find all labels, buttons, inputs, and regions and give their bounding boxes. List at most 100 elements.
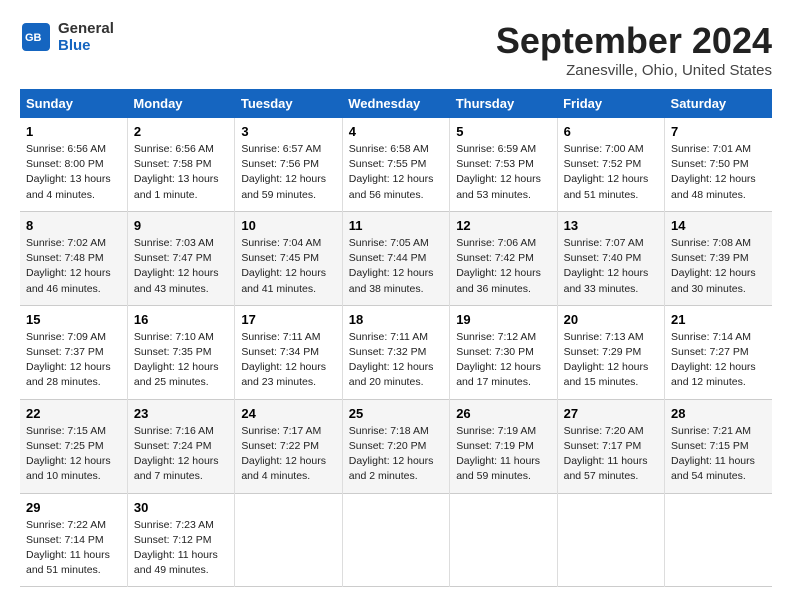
day-number: 18 <box>349 312 443 327</box>
header: GB General Blue September 2024 Zanesvill… <box>20 20 772 79</box>
day-number: 9 <box>134 218 228 233</box>
day-cell: 16Sunrise: 7:10 AMSunset: 7:35 PMDayligh… <box>127 305 234 399</box>
day-number: 1 <box>26 124 121 139</box>
col-tuesday: Tuesday <box>235 89 342 118</box>
day-number: 8 <box>26 218 121 233</box>
day-number: 6 <box>564 124 658 139</box>
day-number: 5 <box>456 124 550 139</box>
day-number: 19 <box>456 312 550 327</box>
day-cell: 7Sunrise: 7:01 AMSunset: 7:50 PMDaylight… <box>665 118 772 211</box>
day-info: Sunrise: 6:56 AMSunset: 8:00 PMDaylight:… <box>26 143 111 201</box>
day-number: 21 <box>671 312 766 327</box>
day-cell: 8 Sunrise: 7:02 AMSunset: 7:48 PMDaylight… <box>20 211 127 305</box>
day-info: Sunrise: 7:22 AMSunset: 7:14 PMDaylight:… <box>26 519 110 577</box>
day-info: Sunrise: 7:03 AMSunset: 7:47 PMDaylight:… <box>134 237 219 295</box>
day-number: 20 <box>564 312 658 327</box>
week-row-1: 1 Sunrise: 6:56 AMSunset: 8:00 PMDaylight… <box>20 118 772 211</box>
day-cell: 5 Sunrise: 6:59 AMSunset: 7:53 PMDaylight… <box>450 118 557 211</box>
day-number: 22 <box>26 406 121 421</box>
calendar-table: SundayMondayTuesdayWednesdayThursdayFrid… <box>20 89 772 587</box>
day-info: Sunrise: 7:00 AMSunset: 7:52 PMDaylight:… <box>564 143 649 201</box>
day-info: Sunrise: 7:19 AMSunset: 7:19 PMDaylight:… <box>456 425 540 483</box>
day-info: Sunrise: 7:15 AMSunset: 7:25 PMDaylight:… <box>26 425 111 483</box>
day-info: Sunrise: 7:13 AMSunset: 7:29 PMDaylight:… <box>564 331 649 389</box>
day-cell: 18 Sunrise: 7:11 AMSunset: 7:32 PMDayligh… <box>342 305 449 399</box>
day-cell: 11Sunrise: 7:05 AMSunset: 7:44 PMDayligh… <box>342 211 449 305</box>
day-info: Sunrise: 7:10 AMSunset: 7:35 PMDaylight:… <box>134 331 219 389</box>
day-cell: 2Sunrise: 6:56 AMSunset: 7:58 PMDaylight… <box>127 118 234 211</box>
day-cell: 17Sunrise: 7:11 AMSunset: 7:34 PMDayligh… <box>235 305 342 399</box>
day-cell <box>235 493 342 587</box>
day-number: 24 <box>241 406 335 421</box>
week-row-5: 29 Sunrise: 7:22 AMSunset: 7:14 PMDayligh… <box>20 493 772 587</box>
day-cell: 23 Sunrise: 7:16 AMSunset: 7:24 PMDayligh… <box>127 399 234 493</box>
day-info: Sunrise: 7:11 AMSunset: 7:32 PMDaylight:… <box>349 331 434 389</box>
day-info: Sunrise: 7:17 AMSunset: 7:22 PMDaylight:… <box>241 425 326 483</box>
day-cell: 19 Sunrise: 7:12 AMSunset: 7:30 PMDayligh… <box>450 305 557 399</box>
day-info: Sunrise: 6:58 AMSunset: 7:55 PMDaylight:… <box>349 143 434 201</box>
day-cell <box>450 493 557 587</box>
day-cell: 15 Sunrise: 7:09 AMSunset: 7:37 PMDayligh… <box>20 305 127 399</box>
day-cell <box>557 493 664 587</box>
col-wednesday: Wednesday <box>342 89 449 118</box>
day-cell: 13Sunrise: 7:07 AMSunset: 7:40 PMDayligh… <box>557 211 664 305</box>
week-row-4: 22 Sunrise: 7:15 AMSunset: 7:25 PMDayligh… <box>20 399 772 493</box>
day-cell: 12 Sunrise: 7:06 AMSunset: 7:42 PMDayligh… <box>450 211 557 305</box>
day-cell: 6 Sunrise: 7:00 AMSunset: 7:52 PMDaylight… <box>557 118 664 211</box>
day-cell: 9 Sunrise: 7:03 AMSunset: 7:47 PMDaylight… <box>127 211 234 305</box>
day-cell: 21 Sunrise: 7:14 AMSunset: 7:27 PMDayligh… <box>665 305 772 399</box>
day-number: 28 <box>671 406 766 421</box>
day-number: 11 <box>349 218 443 233</box>
day-info: Sunrise: 7:14 AMSunset: 7:27 PMDaylight:… <box>671 331 756 389</box>
day-info: Sunrise: 7:02 AMSunset: 7:48 PMDaylight:… <box>26 237 111 295</box>
day-cell: 14Sunrise: 7:08 AMSunset: 7:39 PMDayligh… <box>665 211 772 305</box>
week-row-2: 8 Sunrise: 7:02 AMSunset: 7:48 PMDaylight… <box>20 211 772 305</box>
day-info: Sunrise: 6:57 AMSunset: 7:56 PMDaylight:… <box>241 143 326 201</box>
day-number: 27 <box>564 406 658 421</box>
day-info: Sunrise: 7:18 AMSunset: 7:20 PMDaylight:… <box>349 425 434 483</box>
day-number: 30 <box>134 500 228 515</box>
month-title: September 2024 <box>496 20 772 62</box>
day-info: Sunrise: 7:06 AMSunset: 7:42 PMDaylight:… <box>456 237 541 295</box>
calendar-header-row: SundayMondayTuesdayWednesdayThursdayFrid… <box>20 89 772 118</box>
day-info: Sunrise: 6:59 AMSunset: 7:53 PMDaylight:… <box>456 143 541 201</box>
day-info: Sunrise: 7:20 AMSunset: 7:17 PMDaylight:… <box>564 425 648 483</box>
day-cell: 22 Sunrise: 7:15 AMSunset: 7:25 PMDayligh… <box>20 399 127 493</box>
day-cell: 29 Sunrise: 7:22 AMSunset: 7:14 PMDayligh… <box>20 493 127 587</box>
logo-container: GB General Blue <box>20 20 114 55</box>
day-info: Sunrise: 7:12 AMSunset: 7:30 PMDaylight:… <box>456 331 541 389</box>
day-cell: 1 Sunrise: 6:56 AMSunset: 8:00 PMDaylight… <box>20 118 127 211</box>
day-number: 17 <box>241 312 335 327</box>
col-saturday: Saturday <box>665 89 772 118</box>
day-number: 26 <box>456 406 550 421</box>
day-number: 12 <box>456 218 550 233</box>
day-cell: 4 Sunrise: 6:58 AMSunset: 7:55 PMDaylight… <box>342 118 449 211</box>
day-cell <box>665 493 772 587</box>
day-number: 23 <box>134 406 228 421</box>
day-number: 7 <box>671 124 766 139</box>
col-sunday: Sunday <box>20 89 127 118</box>
col-monday: Monday <box>127 89 234 118</box>
day-info: Sunrise: 7:21 AMSunset: 7:15 PMDaylight:… <box>671 425 755 483</box>
day-number: 29 <box>26 500 121 515</box>
day-cell: 30 Sunrise: 7:23 AMSunset: 7:12 PMDayligh… <box>127 493 234 587</box>
day-number: 4 <box>349 124 443 139</box>
day-cell: 27 Sunrise: 7:20 AMSunset: 7:17 PMDayligh… <box>557 399 664 493</box>
logo-graphic: GB <box>20 21 52 53</box>
day-cell: 26 Sunrise: 7:19 AMSunset: 7:19 PMDayligh… <box>450 399 557 493</box>
day-number: 15 <box>26 312 121 327</box>
day-info: Sunrise: 7:08 AMSunset: 7:39 PMDaylight:… <box>671 237 756 295</box>
logo-general-text: General <box>58 20 114 37</box>
day-cell: 10Sunrise: 7:04 AMSunset: 7:45 PMDayligh… <box>235 211 342 305</box>
week-row-3: 15 Sunrise: 7:09 AMSunset: 7:37 PMDayligh… <box>20 305 772 399</box>
day-info: Sunrise: 7:09 AMSunset: 7:37 PMDaylight:… <box>26 331 111 389</box>
day-number: 3 <box>241 124 335 139</box>
logo-blue-text: Blue <box>58 37 114 54</box>
day-info: Sunrise: 7:23 AMSunset: 7:12 PMDaylight:… <box>134 519 218 577</box>
day-info: Sunrise: 7:16 AMSunset: 7:24 PMDaylight:… <box>134 425 219 483</box>
title-area: September 2024 Zanesville, Ohio, United … <box>496 20 772 79</box>
col-thursday: Thursday <box>450 89 557 118</box>
day-cell: 28 Sunrise: 7:21 AMSunset: 7:15 PMDayligh… <box>665 399 772 493</box>
day-cell <box>342 493 449 587</box>
day-info: Sunrise: 7:04 AMSunset: 7:45 PMDaylight:… <box>241 237 326 295</box>
